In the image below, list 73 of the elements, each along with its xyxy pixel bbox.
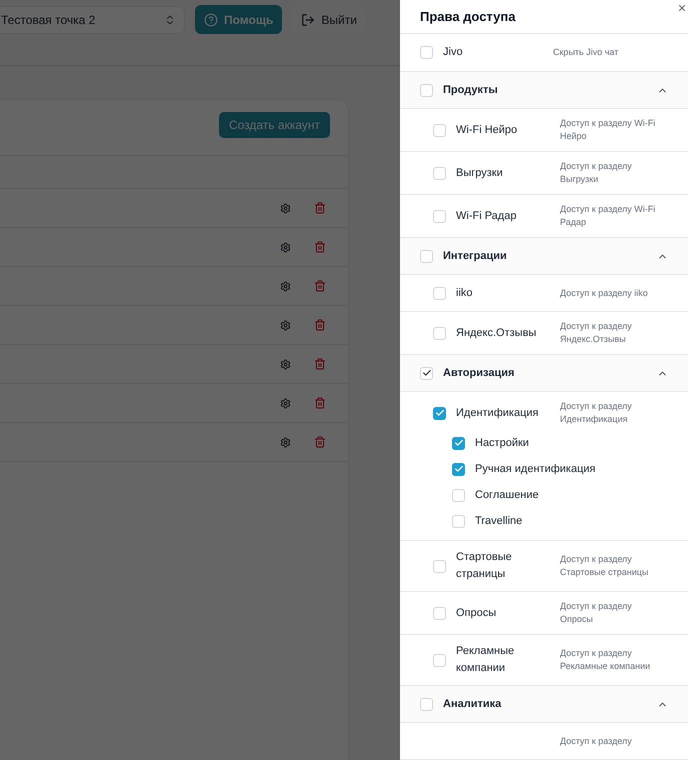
permission-description: Доступ к разделу Wi-Fi Нейро	[560, 117, 656, 143]
check-icon	[454, 464, 464, 474]
group-label: Продукты	[443, 82, 498, 98]
permission-description: Доступ к разделу iiko	[560, 286, 649, 300]
checkbox[interactable]	[452, 488, 465, 502]
checkbox[interactable]	[420, 698, 433, 710]
permission-label: Опросы	[456, 606, 498, 620]
checkbox[interactable]	[433, 326, 446, 340]
check-icon	[454, 438, 464, 448]
help-icon	[204, 12, 218, 26]
close-icon[interactable]	[677, 2, 687, 13]
permission-description: Доступ к разделу Идентификация	[560, 400, 633, 426]
permission-label: Jivo	[443, 45, 463, 60]
checkbox[interactable]	[433, 606, 446, 620]
checkbox[interactable]	[420, 366, 433, 380]
trash-icon[interactable]	[314, 358, 326, 370]
permission-label: Идентификация	[456, 406, 540, 420]
settings-icon[interactable]	[280, 358, 291, 370]
trash-icon[interactable]	[314, 202, 326, 214]
settings-icon[interactable]	[280, 280, 291, 292]
permission-description: Доступ к разделу Опросы	[560, 600, 633, 626]
trash-icon[interactable]	[314, 436, 326, 448]
permission-label: Выгрузки	[456, 166, 504, 180]
checkbox[interactable]	[433, 560, 446, 572]
group-label: Аналитика	[443, 696, 502, 712]
permission-description: Скрыть Jivo чат	[553, 46, 618, 59]
checkbox[interactable]	[433, 210, 446, 222]
trash-icon[interactable]	[314, 241, 326, 253]
checkbox[interactable]	[420, 250, 433, 262]
checkbox[interactable]	[452, 514, 465, 528]
chevrons-icon	[164, 14, 176, 26]
permission-description: Доступ к разделу Яндекс.Отзывы	[560, 320, 633, 346]
checkbox[interactable]	[433, 286, 446, 300]
checkbox[interactable]	[433, 124, 446, 136]
create-account-button[interactable]: Создать аккаунт	[218, 112, 330, 138]
group-label: Авторизация	[443, 366, 514, 381]
logout-icon	[301, 12, 316, 26]
settings-icon[interactable]	[280, 398, 291, 408]
permission-label: Стартовые страницы	[456, 550, 513, 582]
checkbox[interactable]	[433, 406, 446, 420]
group-label: Интеграции	[443, 248, 507, 264]
settings-icon[interactable]	[280, 436, 291, 448]
permission-description: Доступ к разделу Стартовые страницы	[560, 553, 650, 579]
permission-description: Доступ к разделу Wi-Fi Радар	[560, 203, 656, 229]
permission-label: iiko	[456, 286, 474, 300]
permission-description: Доступ к разделу Рекламные компании	[560, 647, 652, 673]
sub-permission-label: Соглашение	[475, 488, 539, 503]
sub-permission-label: Настройки	[475, 436, 529, 451]
sub-permission-label: Travelline	[475, 514, 522, 529]
trash-icon[interactable]	[314, 397, 326, 409]
settings-icon[interactable]	[280, 320, 291, 330]
permission-label: Wi-Fi Нейро	[456, 122, 518, 138]
sub-permission-label: Ручная идентификация	[475, 462, 596, 477]
drawer-title: Права доступа	[420, 8, 516, 26]
permission-description: Доступ к разделу	[560, 734, 633, 748]
location-select[interactable]: Тестовая точка 2	[0, 6, 185, 34]
checkbox[interactable]	[420, 46, 433, 60]
check-icon	[422, 368, 432, 378]
check-icon	[434, 408, 444, 418]
permission-label: Wi-Fi Радар	[456, 208, 518, 224]
settings-icon[interactable]	[280, 202, 291, 214]
trash-icon[interactable]	[314, 319, 326, 331]
checkbox[interactable]	[452, 436, 465, 450]
checkbox[interactable]	[452, 462, 465, 476]
permission-label: Яндекс.Отзывы	[456, 326, 538, 340]
permission-description: Доступ к разделу Выгрузки	[560, 160, 633, 186]
settings-icon[interactable]	[280, 242, 291, 252]
trash-icon[interactable]	[314, 280, 326, 292]
checkbox[interactable]	[420, 84, 433, 96]
permission-label: Рекламные компании	[456, 644, 516, 676]
checkbox[interactable]	[433, 654, 446, 666]
help-button[interactable]: Помощь	[195, 5, 282, 34]
checkbox[interactable]	[433, 166, 446, 180]
